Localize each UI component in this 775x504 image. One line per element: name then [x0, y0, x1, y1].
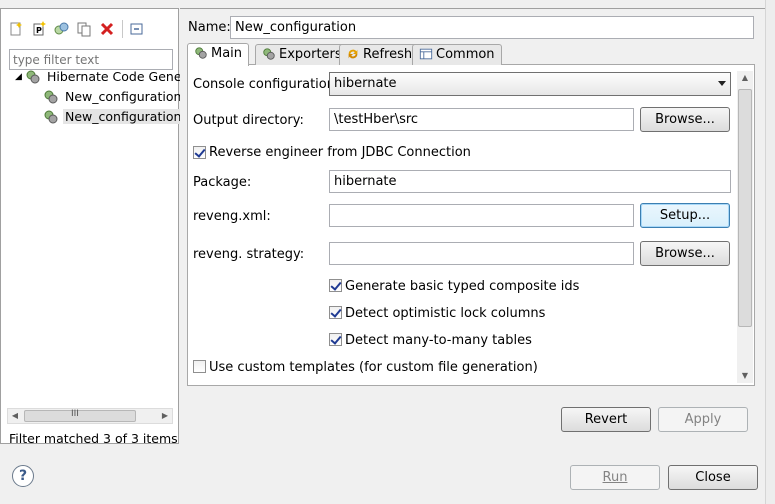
name-input[interactable]: New_configuration: [230, 16, 754, 39]
toolbar-separator: [122, 20, 123, 38]
many-to-many-checkbox[interactable]: [329, 333, 342, 346]
console-configuration-label: Console configuration:: [193, 77, 340, 92]
optimistic-lock-checkbox[interactable]: [329, 306, 342, 319]
common-tab-icon: [419, 48, 433, 60]
console-configuration-select[interactable]: hibernate: [329, 72, 731, 96]
tree-item-label: New_configuration: [64, 89, 182, 104]
hibernate-icon: [26, 70, 40, 83]
optimistic-lock-label: Detect optimistic lock columns: [345, 306, 546, 321]
scroll-left-icon[interactable]: ◀: [8, 409, 22, 423]
link-prototype-icon[interactable]: [53, 21, 69, 37]
main-tab-icon: [195, 47, 207, 59]
chevron-down-icon: [718, 81, 726, 86]
tab-common[interactable]: Common: [412, 44, 502, 65]
tab-main[interactable]: Main: [187, 43, 250, 66]
svg-text:P: P: [36, 26, 42, 35]
tree-item-new-configuration-1[interactable]: New_configuration: [43, 88, 183, 106]
duplicate-icon[interactable]: [76, 21, 92, 37]
output-browse-button[interactable]: Browse...: [640, 107, 730, 132]
reveng-xml-input[interactable]: [329, 204, 634, 227]
reveng-xml-label: reveng.xml:: [193, 209, 271, 224]
scroll-up-icon[interactable]: ▲: [737, 71, 753, 85]
custom-templates-checkbox[interactable]: [193, 360, 206, 373]
exporters-tab-icon: [263, 48, 275, 60]
new-prototype-icon[interactable]: P: [31, 21, 47, 37]
reveng-strategy-label: reveng. strategy:: [193, 247, 305, 262]
run-button[interactable]: Run: [570, 465, 660, 490]
hibernate-icon: [44, 110, 58, 123]
reverse-engineer-label: Reverse engineer from JDBC Connection: [209, 145, 471, 160]
delete-icon[interactable]: [99, 21, 115, 37]
output-directory-label: Output directory:: [193, 113, 304, 128]
tree-item-hibernate-code-gen[interactable]: ◢ Hibernate Code Gene: [15, 68, 184, 86]
scroll-thumb[interactable]: III: [24, 409, 136, 422]
strategy-browse-button[interactable]: Browse...: [640, 241, 730, 266]
setup-button[interactable]: Setup...: [640, 203, 730, 228]
tab-exporters[interactable]: Exporters: [255, 44, 349, 65]
many-to-many-label: Detect many-to-many tables: [345, 333, 532, 348]
configuration-list-panel: P ◢ Hibernate Code Gene New_configuratio…: [0, 8, 184, 446]
apply-button[interactable]: Apply: [658, 407, 748, 432]
expand-arrow-icon[interactable]: ◢: [15, 72, 25, 82]
package-input[interactable]: hibernate: [329, 170, 731, 193]
help-icon[interactable]: ?: [12, 465, 34, 487]
package-label: Package:: [193, 175, 252, 190]
refresh-tab-icon: [348, 49, 358, 59]
composite-ids-label: Generate basic typed composite ids: [345, 279, 580, 294]
output-directory-input[interactable]: \testHber\src: [329, 108, 634, 131]
tree-item-label: New_configuration: [62, 109, 184, 124]
scroll-down-icon[interactable]: ▼: [737, 369, 753, 383]
composite-ids-checkbox[interactable]: [329, 279, 342, 292]
vertical-scrollbar[interactable]: ▲ ▼: [737, 71, 753, 383]
tab-refresh[interactable]: Refresh: [339, 44, 420, 65]
window-edge: [765, 0, 775, 504]
scroll-right-icon[interactable]: ▶: [158, 409, 172, 423]
hibernate-icon: [44, 90, 58, 103]
revert-button[interactable]: Revert: [561, 407, 651, 432]
tree-item-label: Hibernate Code Gene: [46, 69, 182, 84]
reverse-engineer-checkbox[interactable]: [193, 146, 206, 159]
tree-item-new-configuration-2[interactable]: New_configuration: [43, 108, 184, 126]
custom-templates-label: Use custom templates (for custom file ge…: [209, 360, 538, 375]
horizontal-scrollbar[interactable]: ◀ III ▶: [7, 408, 173, 424]
close-button[interactable]: Close: [668, 465, 758, 490]
name-label: Name:: [188, 20, 231, 35]
reveng-strategy-input[interactable]: [329, 242, 634, 265]
filter-input[interactable]: [9, 49, 173, 70]
vertical-scroll-thumb[interactable]: [738, 89, 752, 327]
collapse-all-icon[interactable]: [129, 21, 145, 37]
new-config-icon[interactable]: [8, 21, 24, 37]
